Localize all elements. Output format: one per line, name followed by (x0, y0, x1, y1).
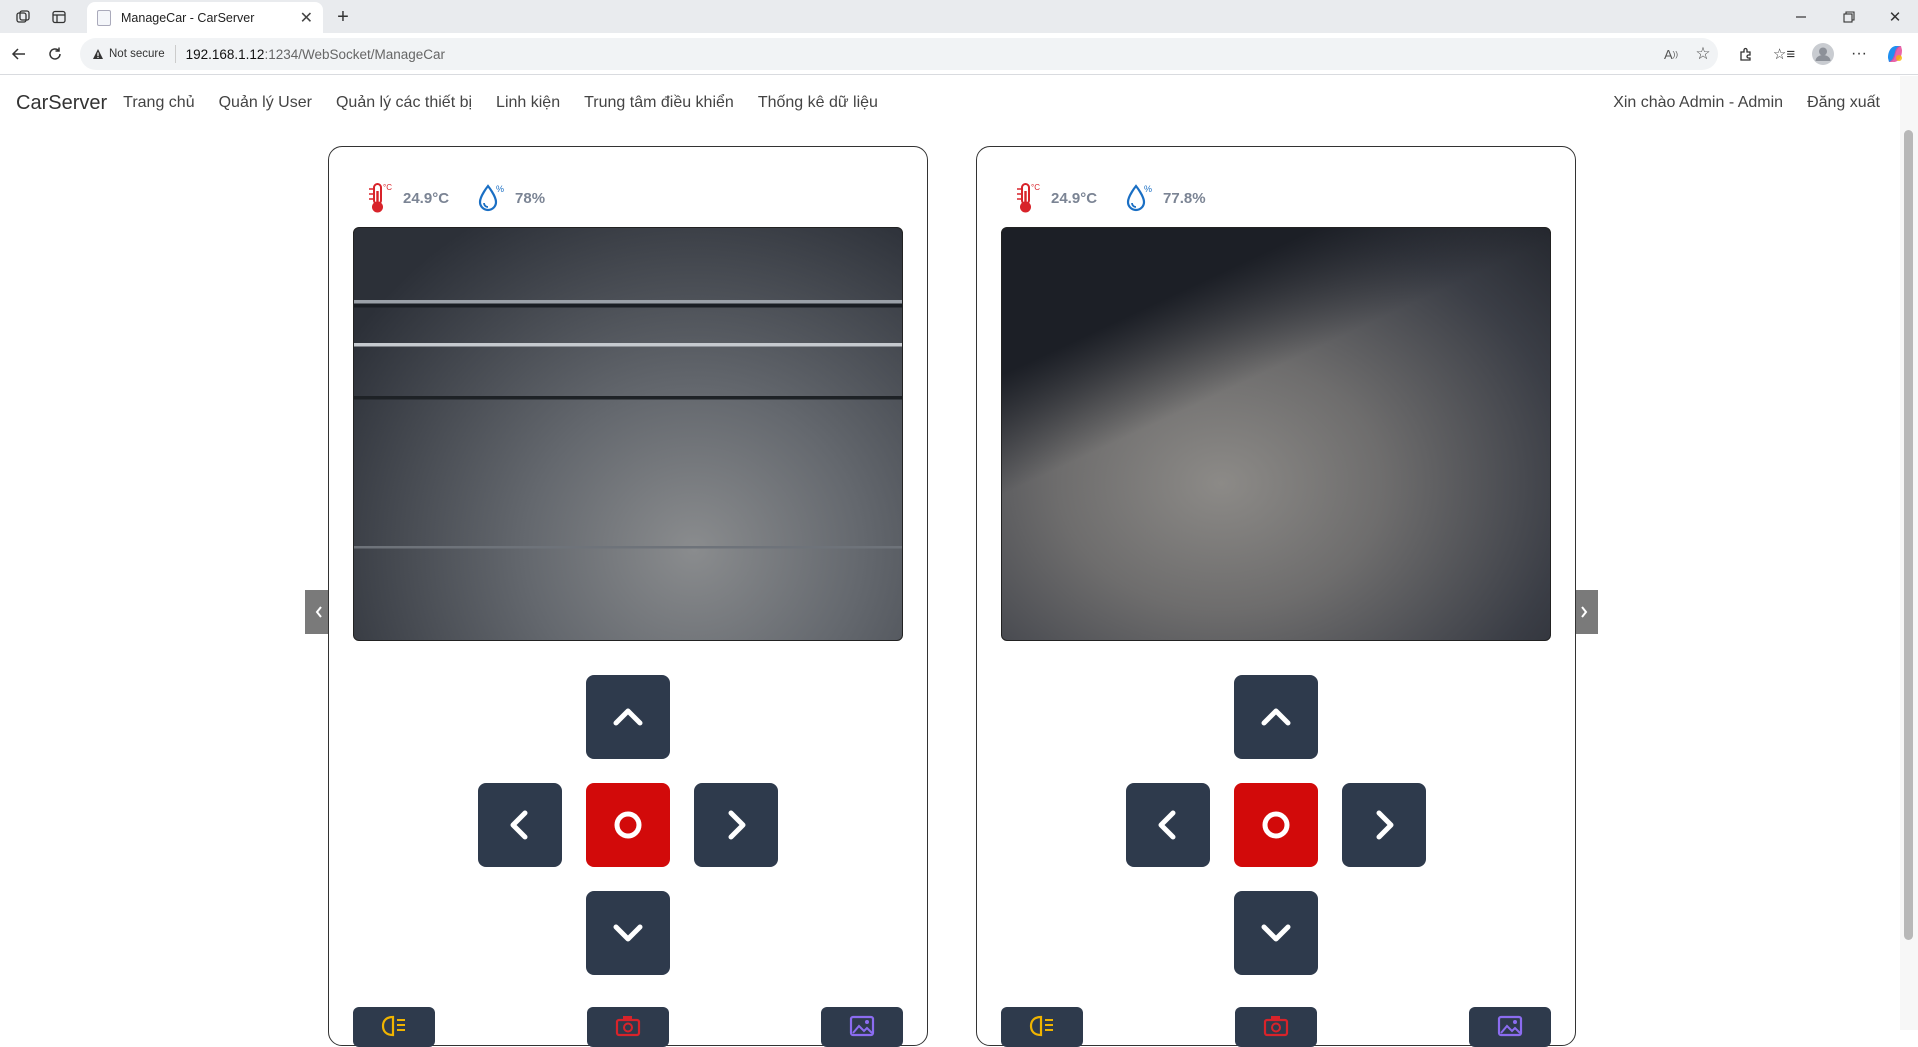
headlight-icon (381, 1015, 405, 1037)
forward-button[interactable] (586, 675, 670, 759)
forward-button[interactable] (1234, 675, 1318, 759)
site-navbar: CarServer Trang chủ Quản lý User Quản lý… (0, 76, 1900, 130)
nav-link-devices[interactable]: Quản lý các thiết bị (336, 94, 472, 112)
favorites-icon[interactable]: ☆≡ (1773, 43, 1795, 65)
chevron-right-icon (1376, 810, 1394, 840)
image-icon (849, 1015, 875, 1037)
nav-link-statistics[interactable]: Thống kê dữ liệu (758, 94, 878, 112)
site-info-button[interactable]: Not secure (92, 45, 176, 63)
circle-icon (614, 811, 642, 839)
camera-toggle-button[interactable] (1235, 1007, 1317, 1047)
favorite-star-icon[interactable]: ☆ (1692, 43, 1714, 65)
car-control-card-1: °C 24.9°C % 78% (328, 146, 928, 1047)
camera-toggle-button[interactable] (587, 1007, 669, 1047)
turn-right-button[interactable] (1342, 783, 1426, 867)
temperature-value: 24.9°C (1051, 189, 1098, 207)
url-host: 192.168.1.12 (185, 46, 265, 62)
stop-button[interactable] (1234, 783, 1318, 867)
camera-icon (1263, 1016, 1289, 1037)
svg-text:%: % (1144, 184, 1152, 194)
chevron-left-icon (1158, 810, 1176, 840)
thermometer-celsius-icon: °C (1017, 183, 1040, 213)
brand-logo-link[interactable]: CarServer (16, 92, 107, 115)
browser-tab-active[interactable]: ManageCar - CarServer ✕ (87, 2, 323, 33)
backward-button[interactable] (586, 891, 670, 975)
temperature-value: 24.9°C (403, 189, 450, 207)
thermometer-celsius-icon: °C (369, 183, 392, 213)
sensor-readings: °C 24.9°C % 78% (367, 181, 573, 215)
logout-link[interactable]: Đăng xuất (1807, 94, 1880, 112)
turn-right-button[interactable] (694, 783, 778, 867)
tab-title: ManageCar - CarServer (121, 10, 255, 25)
sensor-readings: °C 24.9°C % 77.8% (1015, 181, 1234, 215)
back-icon[interactable] (8, 43, 30, 65)
capture-image-button[interactable] (1469, 1007, 1551, 1047)
camera-stream-1 (353, 227, 903, 641)
close-tab-icon[interactable]: ✕ (300, 8, 313, 28)
copilot-icon[interactable] (1882, 41, 1908, 67)
svg-text:%: % (496, 184, 504, 194)
chevron-down-icon (1261, 924, 1291, 942)
workspaces-icon[interactable] (12, 6, 34, 28)
user-greeting-link[interactable]: Xin chào Admin - Admin (1613, 94, 1783, 112)
turn-left-button[interactable] (478, 783, 562, 867)
url-path: :1234/WebSocket/ManageCar (264, 46, 446, 62)
read-aloud-icon[interactable]: A)) (1660, 43, 1682, 65)
svg-text:°C: °C (1031, 183, 1040, 192)
chevron-down-icon (613, 924, 643, 942)
car-control-card-2: °C 24.9°C % 77.8% (976, 146, 1576, 1047)
url-field[interactable]: Not secure 192.168.1.12:1234/WebSocket/M… (80, 38, 1718, 70)
water-drop-percent-icon: % (478, 184, 504, 212)
chevron-left-icon (315, 606, 322, 618)
light-toggle-button[interactable] (1001, 1007, 1083, 1047)
page-scrollbar-thumb[interactable] (1904, 130, 1913, 940)
browser-address-bar: Not secure 192.168.1.12:1234/WebSocket/M… (0, 33, 1918, 75)
camera-stream-2 (1001, 227, 1551, 641)
humidity-value: 77.8% (1163, 189, 1206, 207)
humidity-value: 78% (515, 189, 546, 207)
chevron-right-icon (1581, 606, 1588, 618)
stop-button[interactable] (586, 783, 670, 867)
restore-window-icon[interactable] (1838, 6, 1860, 28)
tab-actions-icon[interactable] (48, 6, 70, 28)
minimize-window-icon[interactable] (1790, 6, 1812, 28)
new-tab-icon[interactable]: + (331, 5, 355, 29)
circle-icon (1262, 811, 1290, 839)
extensions-icon[interactable] (1735, 43, 1757, 65)
water-drop-percent-icon: % (1126, 184, 1152, 212)
reload-icon[interactable] (44, 43, 66, 65)
headlight-icon (1029, 1015, 1053, 1037)
nav-link-components[interactable]: Linh kiện (496, 94, 560, 112)
nav-link-control-center[interactable]: Trung tâm điều khiển (584, 94, 734, 112)
camera-icon (615, 1016, 641, 1037)
light-toggle-button[interactable] (353, 1007, 435, 1047)
capture-image-button[interactable] (821, 1007, 903, 1047)
turn-left-button[interactable] (1126, 783, 1210, 867)
browser-tab-bar: ManageCar - CarServer ✕ + ✕ (0, 0, 1918, 33)
chevron-left-icon (510, 810, 528, 840)
nav-link-users[interactable]: Quản lý User (219, 94, 312, 112)
not-secure-label: Not secure (109, 48, 165, 60)
svg-text:°C: °C (383, 183, 392, 192)
nav-link-home[interactable]: Trang chủ (123, 94, 194, 112)
close-window-icon[interactable]: ✕ (1884, 6, 1906, 28)
chevron-right-icon (728, 810, 746, 840)
profile-avatar-icon[interactable] (1810, 41, 1836, 67)
backward-button[interactable] (1234, 891, 1318, 975)
warning-icon (93, 49, 103, 59)
chevron-up-icon (613, 708, 643, 726)
chevron-up-icon (1261, 708, 1291, 726)
more-menu-icon[interactable]: ··· (1848, 43, 1870, 65)
image-icon (1497, 1015, 1523, 1037)
page-favicon-icon (97, 9, 111, 26)
